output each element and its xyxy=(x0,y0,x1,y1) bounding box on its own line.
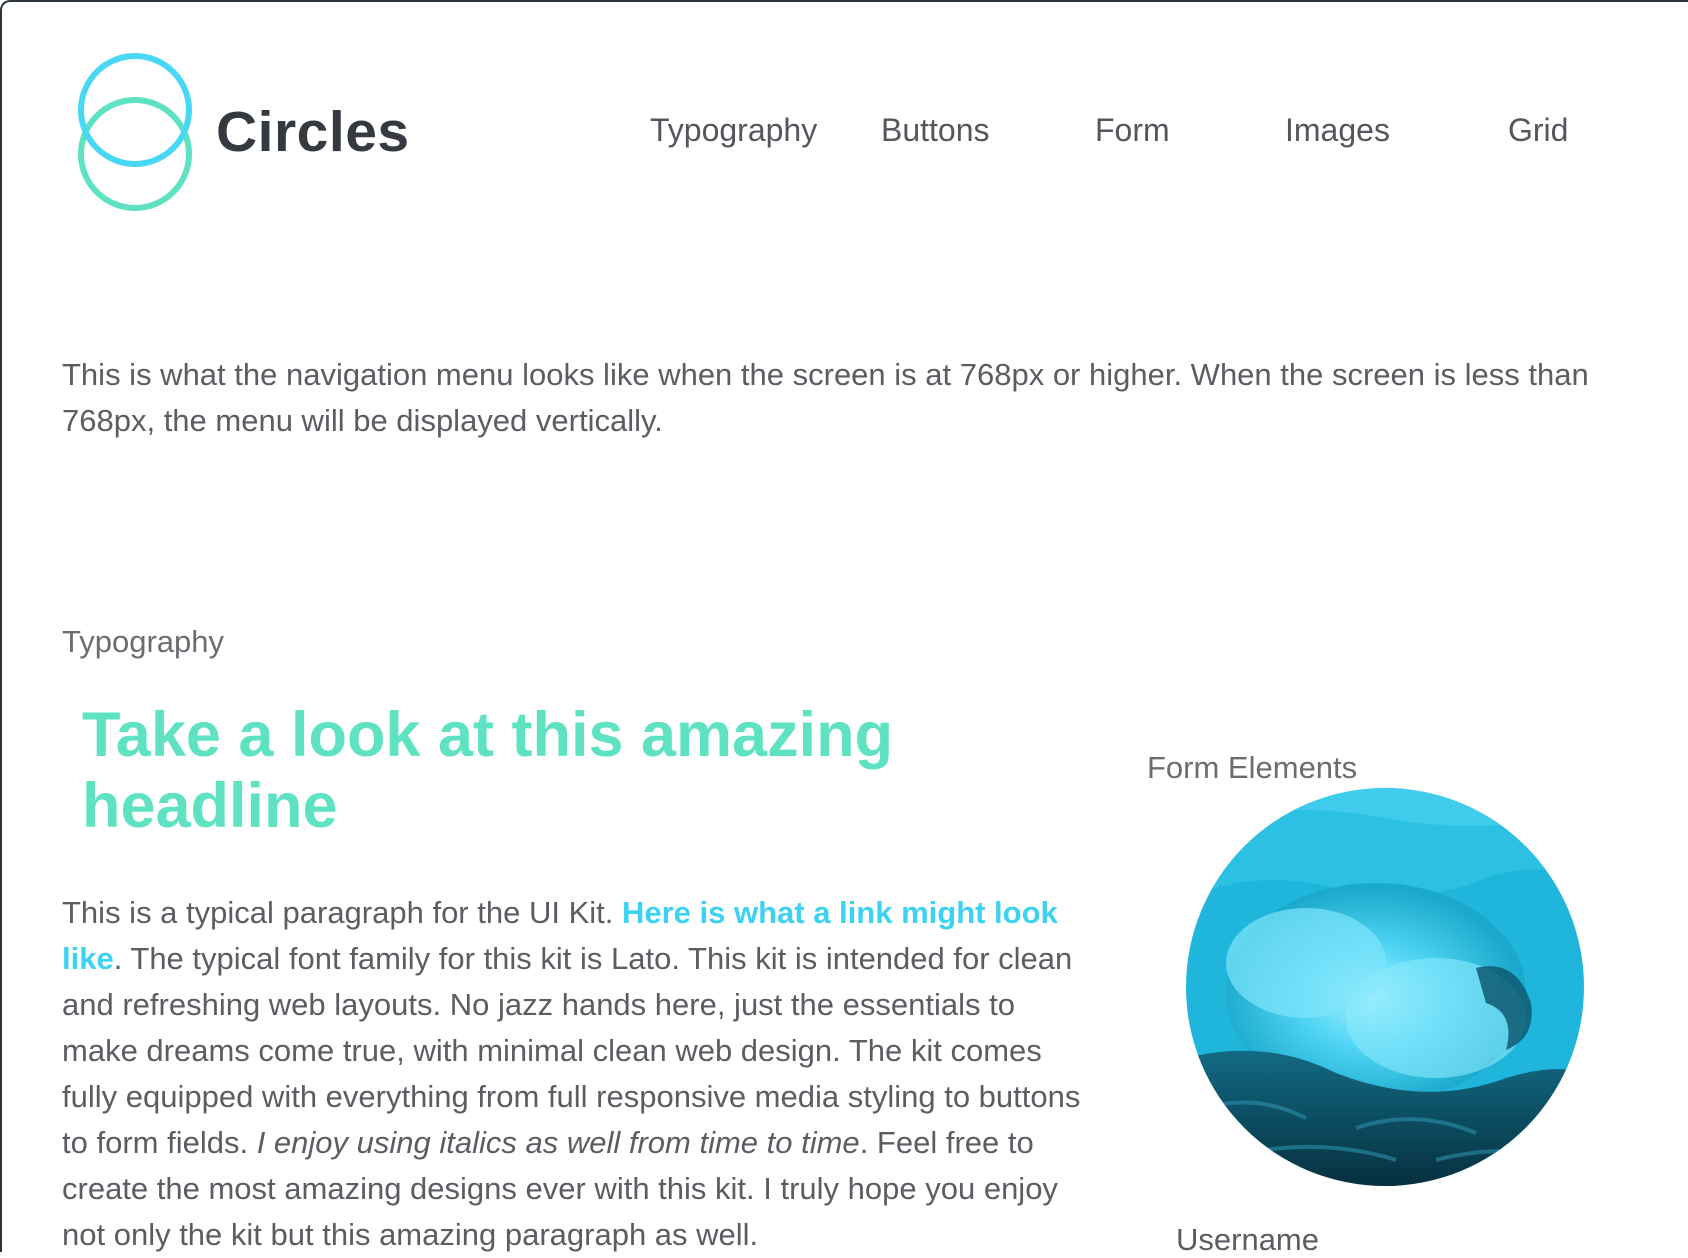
nav-item-form[interactable]: Form xyxy=(1095,112,1170,149)
nav-item-typography[interactable]: Typography xyxy=(650,112,817,149)
nav-item-grid[interactable]: Grid xyxy=(1508,112,1568,149)
typical-paragraph: This is a typical paragraph for the UI K… xyxy=(62,890,1092,1258)
paragraph-text-start: This is a typical paragraph for the UI K… xyxy=(62,895,622,930)
nav-item-images[interactable]: Images xyxy=(1285,112,1390,149)
headline: Take a look at this amazing headline xyxy=(82,700,894,841)
italic-text: I enjoy using italics as well from time … xyxy=(256,1125,860,1160)
nav-item-buttons[interactable]: Buttons xyxy=(881,112,990,149)
typography-section-label: Typography xyxy=(62,624,224,659)
username-label: Username xyxy=(1176,1222,1319,1257)
ocean-wave-image xyxy=(1186,788,1584,1186)
main-navigation: Typography Buttons Form Images Grid xyxy=(0,112,1688,162)
nav-description: This is what the navigation menu looks l… xyxy=(62,357,1589,438)
ocean-wave-icon xyxy=(1186,788,1584,1186)
form-elements-label: Form Elements xyxy=(1147,750,1358,785)
